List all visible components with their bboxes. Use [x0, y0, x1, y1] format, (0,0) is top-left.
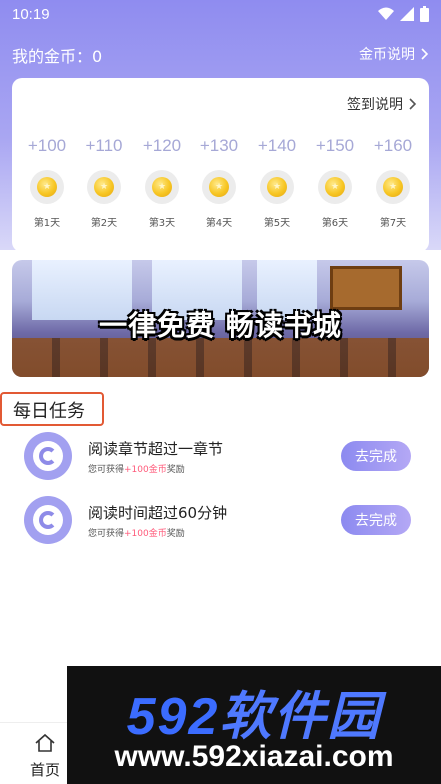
day-label: 第1天 [33, 218, 61, 229]
signin-day[interactable]: +120 ★ 第3天 [132, 136, 192, 229]
coin-explain-link[interactable]: 金币说明 [359, 44, 429, 64]
signin-card: 签到说明 +100 ★ 第1天 +110 ★ 第2天 +120 ★ 第3天 +1… [12, 78, 429, 252]
coin-icon: ★ [318, 170, 352, 204]
signin-day[interactable]: +100 ★ 第1天 [17, 136, 77, 229]
coin-explain-label: 金币说明 [359, 47, 415, 63]
my-coins-label: 我的金币：0 [12, 47, 103, 66]
banner-title: 一律免费 畅读书城 [99, 309, 342, 342]
signin-day[interactable]: +140 ★ 第5天 [247, 136, 307, 229]
day-reward: +130 [199, 136, 239, 155]
task-icon [24, 432, 72, 480]
task-name: 阅读时间超过60分钟 [88, 504, 228, 522]
day-reward: +150 [315, 136, 355, 155]
chevron-right-icon [409, 98, 417, 110]
day-reward: +110 [85, 136, 123, 155]
signin-explain-link[interactable]: 签到说明 [347, 94, 417, 114]
day-reward: +160 [373, 136, 413, 155]
status-bar: 10:19 [0, 0, 441, 30]
signin-day[interactable]: +150 ★ 第6天 [305, 136, 365, 229]
watermark-logo: 592软件园 [67, 674, 441, 749]
task-complete-button[interactable]: 去完成 [341, 505, 411, 535]
coin-icon: ★ [202, 170, 236, 204]
wifi-icon [378, 7, 394, 20]
day-reward: +120 [142, 136, 182, 155]
watermark-logo-digits: 592 [126, 688, 220, 746]
daily-tasks-title: 每日任务 [0, 392, 104, 426]
task-item: 阅读时间超过60分钟 您可获得+100金币奖励 去完成 [24, 496, 419, 546]
coin-icon: ★ [260, 170, 294, 204]
signin-days-row: +100 ★ 第1天 +110 ★ 第2天 +120 ★ 第3天 +130 ★ … [12, 136, 429, 236]
day-label: 第7天 [379, 218, 407, 229]
day-label: 第4天 [205, 218, 233, 229]
day-reward: +100 [27, 136, 67, 155]
promo-banner[interactable]: 一律免费 畅读书城 [12, 260, 429, 377]
signin-day[interactable]: +130 ★ 第4天 [189, 136, 249, 229]
signin-day[interactable]: +160 ★ 第7天 [363, 136, 423, 229]
task-item: 阅读章节超过一章节 您可获得+100金币奖励 去完成 [24, 432, 419, 482]
home-icon [35, 733, 55, 752]
coin-icon: ★ [87, 170, 121, 204]
watermark-overlay: 592软件园 www.592xiazai.com [67, 666, 441, 784]
status-icons [378, 6, 429, 22]
reward-suffix: 奖励 [166, 529, 185, 539]
chevron-right-icon [421, 48, 429, 60]
battery-icon [420, 6, 429, 22]
coin-icon: ★ [30, 170, 64, 204]
day-label: 第6天 [321, 218, 349, 229]
task-icon [24, 496, 72, 544]
signin-day[interactable]: +110 ★ 第2天 [74, 136, 134, 229]
nav-home[interactable]: 首页 [22, 733, 68, 780]
coin-icon: ★ [376, 170, 410, 204]
reward-value: +100金币 [124, 465, 167, 475]
signal-icon [400, 7, 414, 21]
watermark-url: www.592xiazai.com [114, 740, 394, 773]
reward-suffix: 奖励 [166, 465, 185, 475]
watermark-logo-text: 软件园 [219, 688, 382, 746]
signin-explain-label: 签到说明 [347, 97, 403, 113]
status-time: 10:19 [12, 6, 50, 23]
reward-prefix: 您可获得 [88, 529, 125, 539]
task-name: 阅读章节超过一章节 [88, 440, 224, 458]
reward-prefix: 您可获得 [88, 465, 125, 475]
coin-header: 我的金币：0 金币说明 [12, 40, 429, 66]
day-label: 第5天 [263, 218, 291, 229]
day-label: 第3天 [148, 218, 176, 229]
nav-home-label: 首页 [29, 761, 60, 779]
task-reward: 您可获得+100金币奖励 [88, 462, 185, 475]
task-reward: 您可获得+100金币奖励 [88, 526, 185, 539]
reward-value: +100金币 [124, 529, 167, 539]
coin-icon: ★ [145, 170, 179, 204]
day-reward: +140 [257, 136, 297, 155]
day-label: 第2天 [90, 218, 118, 229]
task-complete-button[interactable]: 去完成 [341, 441, 411, 471]
